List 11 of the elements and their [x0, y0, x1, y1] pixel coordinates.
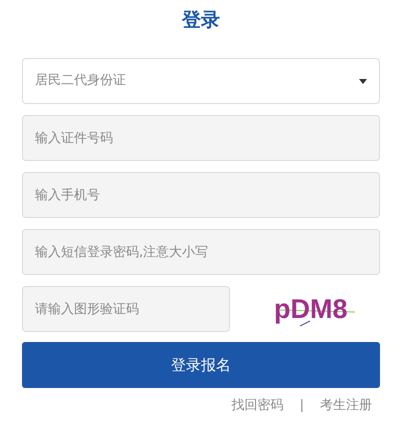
id-type-select[interactable]: 居民二代身份证 — [22, 58, 380, 104]
page-title: 登录 — [180, 8, 221, 33]
input-field[interactable]: 输入证件号码 — [22, 115, 380, 161]
login-button[interactable]: 登录报名 — [22, 342, 380, 388]
captcha-field[interactable]: 请输入图形验证码 — [22, 286, 230, 332]
input-field[interactable]: 输入手机号 — [22, 172, 380, 218]
separator: | — [300, 397, 304, 415]
caret-icon — [359, 78, 367, 84]
link[interactable]: 考生注册 — [320, 396, 372, 416]
link[interactable]: 找回密码 — [232, 396, 284, 416]
input-field[interactable]: 输入短信登录密码,注意大小写 — [22, 229, 380, 275]
